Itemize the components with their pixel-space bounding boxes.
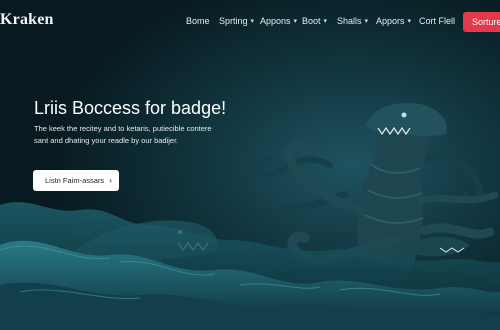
arrow-right-icon: › bbox=[109, 176, 112, 185]
nav-item-label: Appors bbox=[376, 16, 405, 26]
nav-item-bome[interactable]: Bome bbox=[186, 16, 210, 26]
hero-illustration bbox=[0, 0, 500, 330]
nav-item-label: Shalls bbox=[337, 16, 362, 26]
hero-subtext: The keek the recitey and to ketaris, put… bbox=[34, 123, 234, 147]
hero-headline: Lriis Boccess for badge! bbox=[34, 98, 227, 118]
hero-cta-button[interactable]: Listn Faim-assars › bbox=[33, 170, 119, 191]
chevron-down-icon: ▾ bbox=[250, 17, 255, 25]
top-navigation: Kraken Bome Sprting ▾ Appons ▾ Boot ▾ Sh… bbox=[0, 0, 500, 42]
brand-logo[interactable]: Kraken bbox=[0, 11, 54, 29]
nav-item-cort-flell[interactable]: Cort Flell bbox=[419, 16, 455, 26]
nav-item-label: Bome bbox=[186, 16, 210, 26]
nav-item-appons[interactable]: Appons ▾ bbox=[260, 16, 297, 26]
nav-item-label: Cort Flell bbox=[419, 16, 456, 26]
nav-item-shalls[interactable]: Shalls ▾ bbox=[337, 16, 368, 26]
hero-button-label: Listn Faim-assars bbox=[45, 176, 105, 185]
nav-item-label: Boot bbox=[302, 16, 321, 26]
nav-item-appors[interactable]: Appors ▾ bbox=[376, 16, 411, 26]
nav-item-label: Sprting bbox=[219, 16, 248, 26]
hero-subtext-line: sant and dhating your readle by our badi… bbox=[34, 136, 179, 145]
nav-item-sprting[interactable]: Sprting ▾ bbox=[219, 16, 254, 26]
hero-subtext-line: The keek the recitey and to ketaris, put… bbox=[34, 124, 212, 133]
chevron-down-icon: ▾ bbox=[293, 17, 298, 25]
chevron-down-icon: ▾ bbox=[323, 17, 328, 25]
header-cta-button[interactable]: Sorture bbox=[463, 12, 500, 32]
chevron-down-icon: ▾ bbox=[364, 17, 369, 25]
chevron-down-icon: ▾ bbox=[407, 17, 412, 25]
nav-item-boot[interactable]: Boot ▾ bbox=[302, 16, 327, 26]
nav-item-label: Appons bbox=[260, 16, 291, 26]
